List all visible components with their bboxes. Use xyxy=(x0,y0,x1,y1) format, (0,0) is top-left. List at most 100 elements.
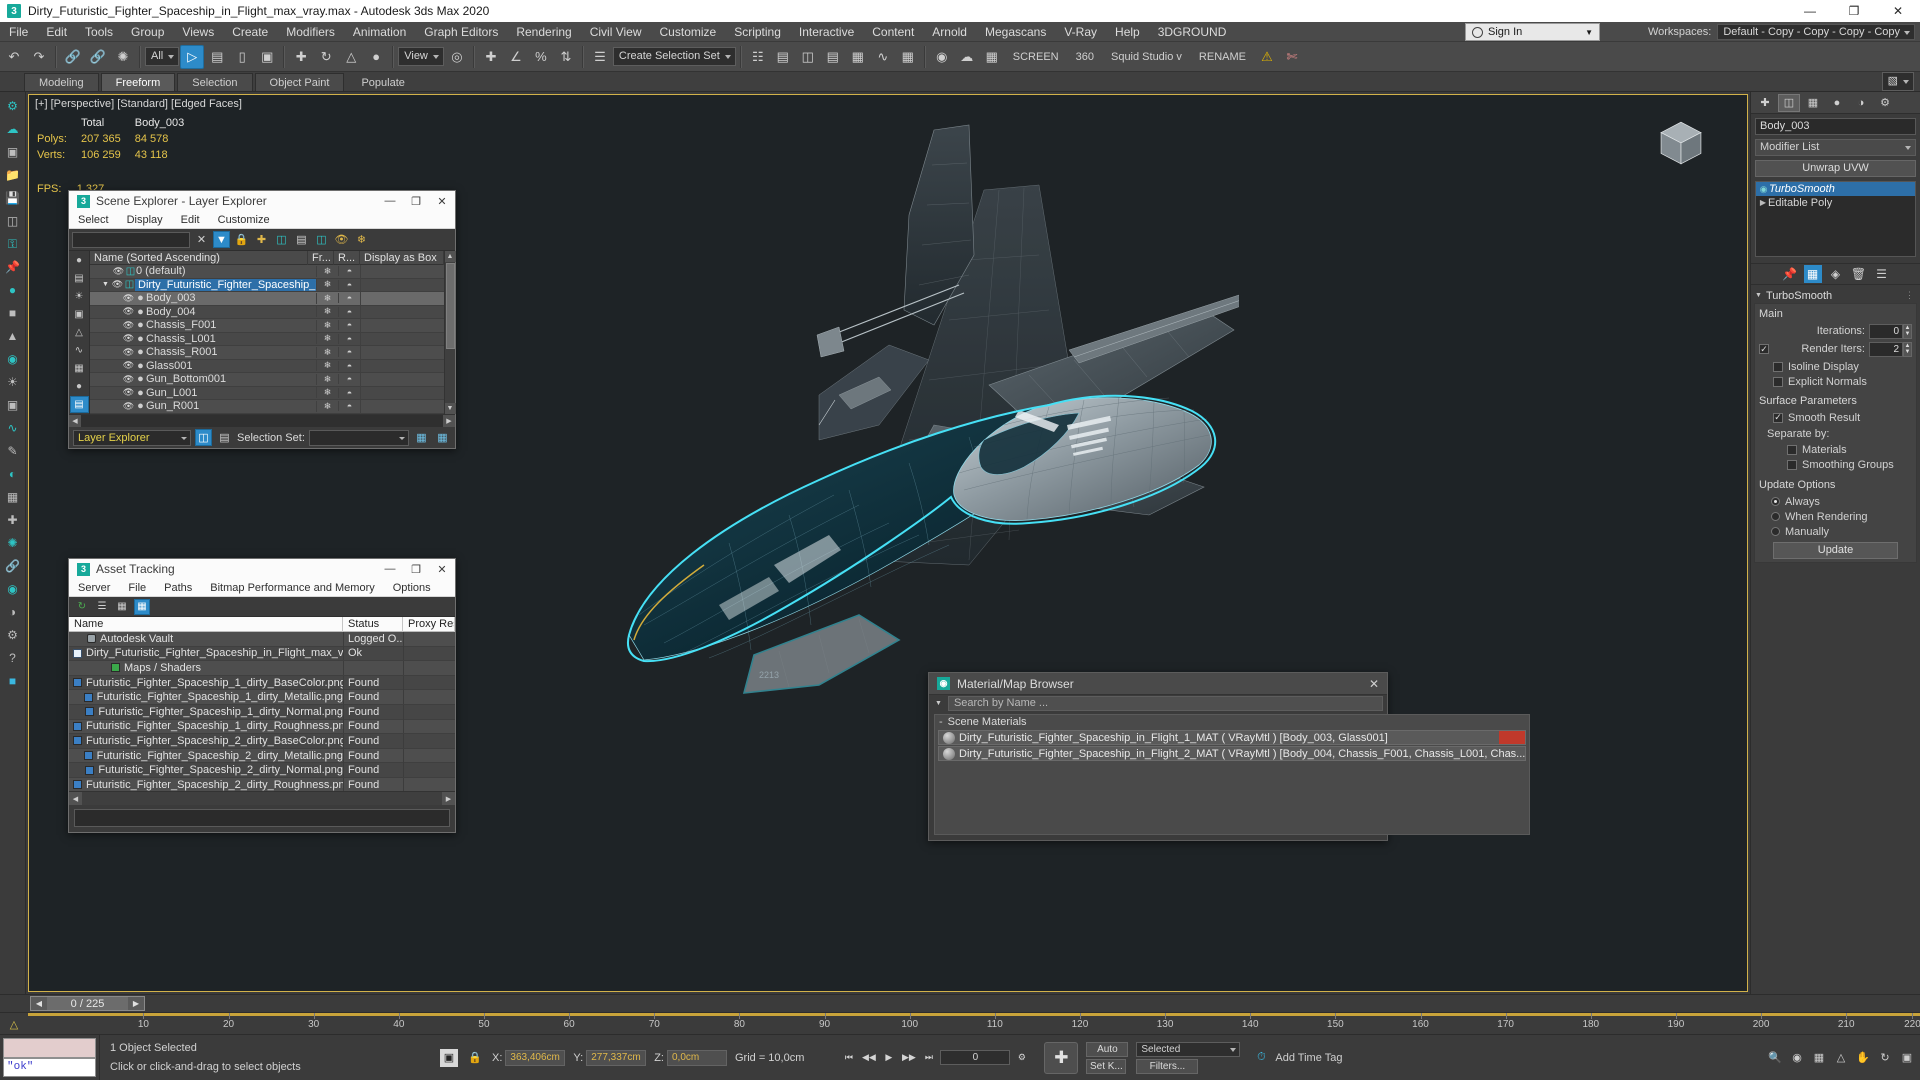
create-selection-set-input[interactable]: Create Selection Set xyxy=(612,47,736,66)
render-icon[interactable]: ◉ xyxy=(2,579,24,599)
configure-sets-icon[interactable]: ☰ xyxy=(1873,265,1891,283)
menu-item-create[interactable]: Create xyxy=(223,22,277,42)
snaps-toggle-icon[interactable]: ✚ xyxy=(479,45,503,69)
update-always-radio[interactable]: Always xyxy=(1771,494,1912,509)
scroll-left-arrow[interactable]: ◀ xyxy=(69,792,82,805)
material-browser-titlebar[interactable]: ◉ Material/Map Browser ✕ xyxy=(929,673,1387,695)
grid-icon[interactable]: ▦ xyxy=(2,487,24,507)
align-icon[interactable]: ▤ xyxy=(771,45,795,69)
asset-tracking-rows[interactable]: Autodesk Vault Logged O... Dirty_Futuris… xyxy=(69,632,455,791)
row-name-cell[interactable]: Futuristic_Fighter_Spaceship_2_dirty_Rou… xyxy=(69,779,343,791)
display-box-cell[interactable] xyxy=(360,359,444,373)
material-editor-icon[interactable]: ◉ xyxy=(930,45,954,69)
refresh-icon[interactable]: ↻ xyxy=(74,599,90,615)
folder-icon[interactable]: 📁 xyxy=(2,165,24,185)
row-name[interactable]: Body_003 xyxy=(146,292,316,304)
selection-region-icon[interactable]: ▯ xyxy=(230,45,254,69)
menu-item-tools[interactable]: Tools xyxy=(76,22,122,42)
redo-icon[interactable]: ↷ xyxy=(27,45,51,69)
filter-groups-icon[interactable]: ▤ xyxy=(69,396,89,413)
scene-explorer-icon[interactable]: ▤ xyxy=(821,45,845,69)
menu-item-edit[interactable]: Edit xyxy=(37,22,76,42)
select-by-name-icon[interactable]: ▤ xyxy=(205,45,229,69)
warning-icon[interactable]: ⚠ xyxy=(1255,45,1279,69)
zoom-extents-icon[interactable]: ▦ xyxy=(1810,1049,1828,1067)
table-row[interactable]: Autodesk Vault Logged O... xyxy=(69,632,455,647)
frozen-cell[interactable]: ❄ xyxy=(316,279,338,291)
go-to-end-icon[interactable]: ⏭ xyxy=(920,1049,937,1066)
list-item[interactable]: Dirty_Futuristic_Fighter_Spaceship_in_Fl… xyxy=(938,730,1527,745)
lock-selection-icon[interactable]: 🔒 xyxy=(466,1049,484,1067)
at-menu-options[interactable]: Options xyxy=(384,579,440,597)
scroll-down-arrow[interactable]: ▼ xyxy=(444,403,456,414)
expand-arrow-icon[interactable]: ▶ xyxy=(1758,196,1768,210)
tab-create[interactable]: ✚ xyxy=(1754,94,1776,112)
se-menu-display[interactable]: Display xyxy=(118,211,172,229)
column-display-as-box[interactable]: Display as Box xyxy=(360,250,444,265)
scene-explorer-minimize[interactable]: — xyxy=(377,191,403,211)
cloud-icon[interactable]: ☁ xyxy=(2,119,24,139)
table-row[interactable]: Futuristic_Fighter_Spaceship_2_dirty_Rou… xyxy=(69,777,455,791)
filter-all-icon[interactable]: ● xyxy=(70,252,89,269)
frozen-cell[interactable]: ❄ xyxy=(316,292,338,304)
render-frame-window-icon[interactable]: ▦ xyxy=(980,45,1004,69)
menu-item-interactive[interactable]: Interactive xyxy=(790,22,863,42)
current-frame-spinner[interactable]: 0 xyxy=(940,1050,1011,1065)
render-setup-icon[interactable]: ☁ xyxy=(955,45,979,69)
cone-icon[interactable]: ▲ xyxy=(2,326,24,346)
layer-mode-icon[interactable]: ◫ xyxy=(195,429,212,446)
visibility-eye-icon[interactable]: 👁 xyxy=(122,320,135,331)
select-link-icon[interactable]: 🔗 xyxy=(61,45,85,69)
scene-explorer-rows[interactable]: 👁 ◫ 0 (default) ❄ ◓ ▼ 👁 ◫ Dirty_Futurist… xyxy=(90,265,444,414)
listener-input[interactable] xyxy=(3,1038,96,1058)
render-cell[interactable]: ◓ xyxy=(338,360,360,371)
frozen-cell[interactable]: ❄ xyxy=(316,265,338,277)
display-box-cell[interactable] xyxy=(360,345,444,359)
lightbulb-icon[interactable]: ◉ xyxy=(1758,182,1769,196)
key-icon[interactable]: ⚿ xyxy=(2,234,24,254)
unlink-icon[interactable]: 🔗 xyxy=(86,45,110,69)
select-move-icon[interactable]: ✚ xyxy=(289,45,313,69)
modifier-list-select[interactable]: Modifier List xyxy=(1755,139,1916,156)
view-cube[interactable] xyxy=(1655,117,1707,169)
thumbnail-view-icon[interactable]: ▦ xyxy=(114,599,130,615)
render-cell[interactable]: ◓ xyxy=(338,266,360,277)
iterations-value[interactable]: 0 xyxy=(1869,323,1903,339)
row-name-cell[interactable]: Futuristic_Fighter_Spaceship_1_dirty_Nor… xyxy=(69,706,343,718)
scene-explorer-window[interactable]: 3 Scene Explorer - Layer Explorer — ❐ ✕ … xyxy=(68,190,456,449)
asset-tracking-window[interactable]: 3 Asset Tracking — ❐ ✕ Server File Paths… xyxy=(68,558,456,833)
maximize-button[interactable]: ❐ xyxy=(1832,0,1876,22)
render-cell[interactable]: ◓ xyxy=(338,374,360,385)
display-box-cell[interactable] xyxy=(360,332,444,346)
table-row[interactable]: 👁 ● Chassis_L001 ❄ ◓ xyxy=(90,332,444,346)
table-view-icon[interactable]: ▦ xyxy=(134,598,150,615)
display-box-cell[interactable] xyxy=(360,265,444,278)
render-cell[interactable]: ◓ xyxy=(338,387,360,398)
object-name-field[interactable]: Body_003 xyxy=(1755,118,1916,135)
table-row[interactable]: Futuristic_Fighter_Spaceship_2_dirty_Bas… xyxy=(69,733,455,749)
reference-coordinate-select[interactable]: View xyxy=(398,47,444,66)
set-key-toggle-button[interactable]: Set K... xyxy=(1086,1058,1127,1074)
row-name-cell[interactable]: Futuristic_Fighter_Spaceship_2_dirty_Met… xyxy=(69,750,343,762)
bind-space-warp-icon[interactable]: ✺ xyxy=(111,45,135,69)
maxscript-listener[interactable]: "ok" xyxy=(0,1035,100,1080)
circle-icon[interactable]: ◉ xyxy=(2,349,24,369)
frozen-cell[interactable]: ❄ xyxy=(316,346,338,358)
render-cell[interactable]: ◓ xyxy=(338,279,360,290)
tab-modify[interactable]: ◫ xyxy=(1778,93,1800,112)
row-name-cell[interactable]: Autodesk Vault xyxy=(69,633,343,645)
clear-search-icon[interactable]: ✕ xyxy=(193,231,210,248)
table-row[interactable]: 👁 ● Gun_R001 ❄ ◓ xyxy=(90,399,444,414)
select-object-icon[interactable]: ▷ xyxy=(180,44,205,69)
measure-icon[interactable]: ◫ xyxy=(2,211,24,231)
menu-item-modifiers[interactable]: Modifiers xyxy=(277,22,344,42)
at-menu-paths[interactable]: Paths xyxy=(155,579,201,597)
key-filter-select[interactable]: Selected xyxy=(1136,1041,1241,1057)
column-render[interactable]: R... xyxy=(334,250,360,265)
angle-snap-icon[interactable]: ∠ xyxy=(504,45,528,69)
menu-item-content[interactable]: Content xyxy=(863,22,923,42)
mirror-icon[interactable]: ☷ xyxy=(746,45,770,69)
asset-tracking-hscrollbar[interactable]: ◀ ▶ xyxy=(69,791,455,805)
table-row[interactable]: Futuristic_Fighter_Spaceship_1_dirty_Met… xyxy=(69,690,455,705)
row-name[interactable]: Gun_R001 xyxy=(146,400,316,412)
